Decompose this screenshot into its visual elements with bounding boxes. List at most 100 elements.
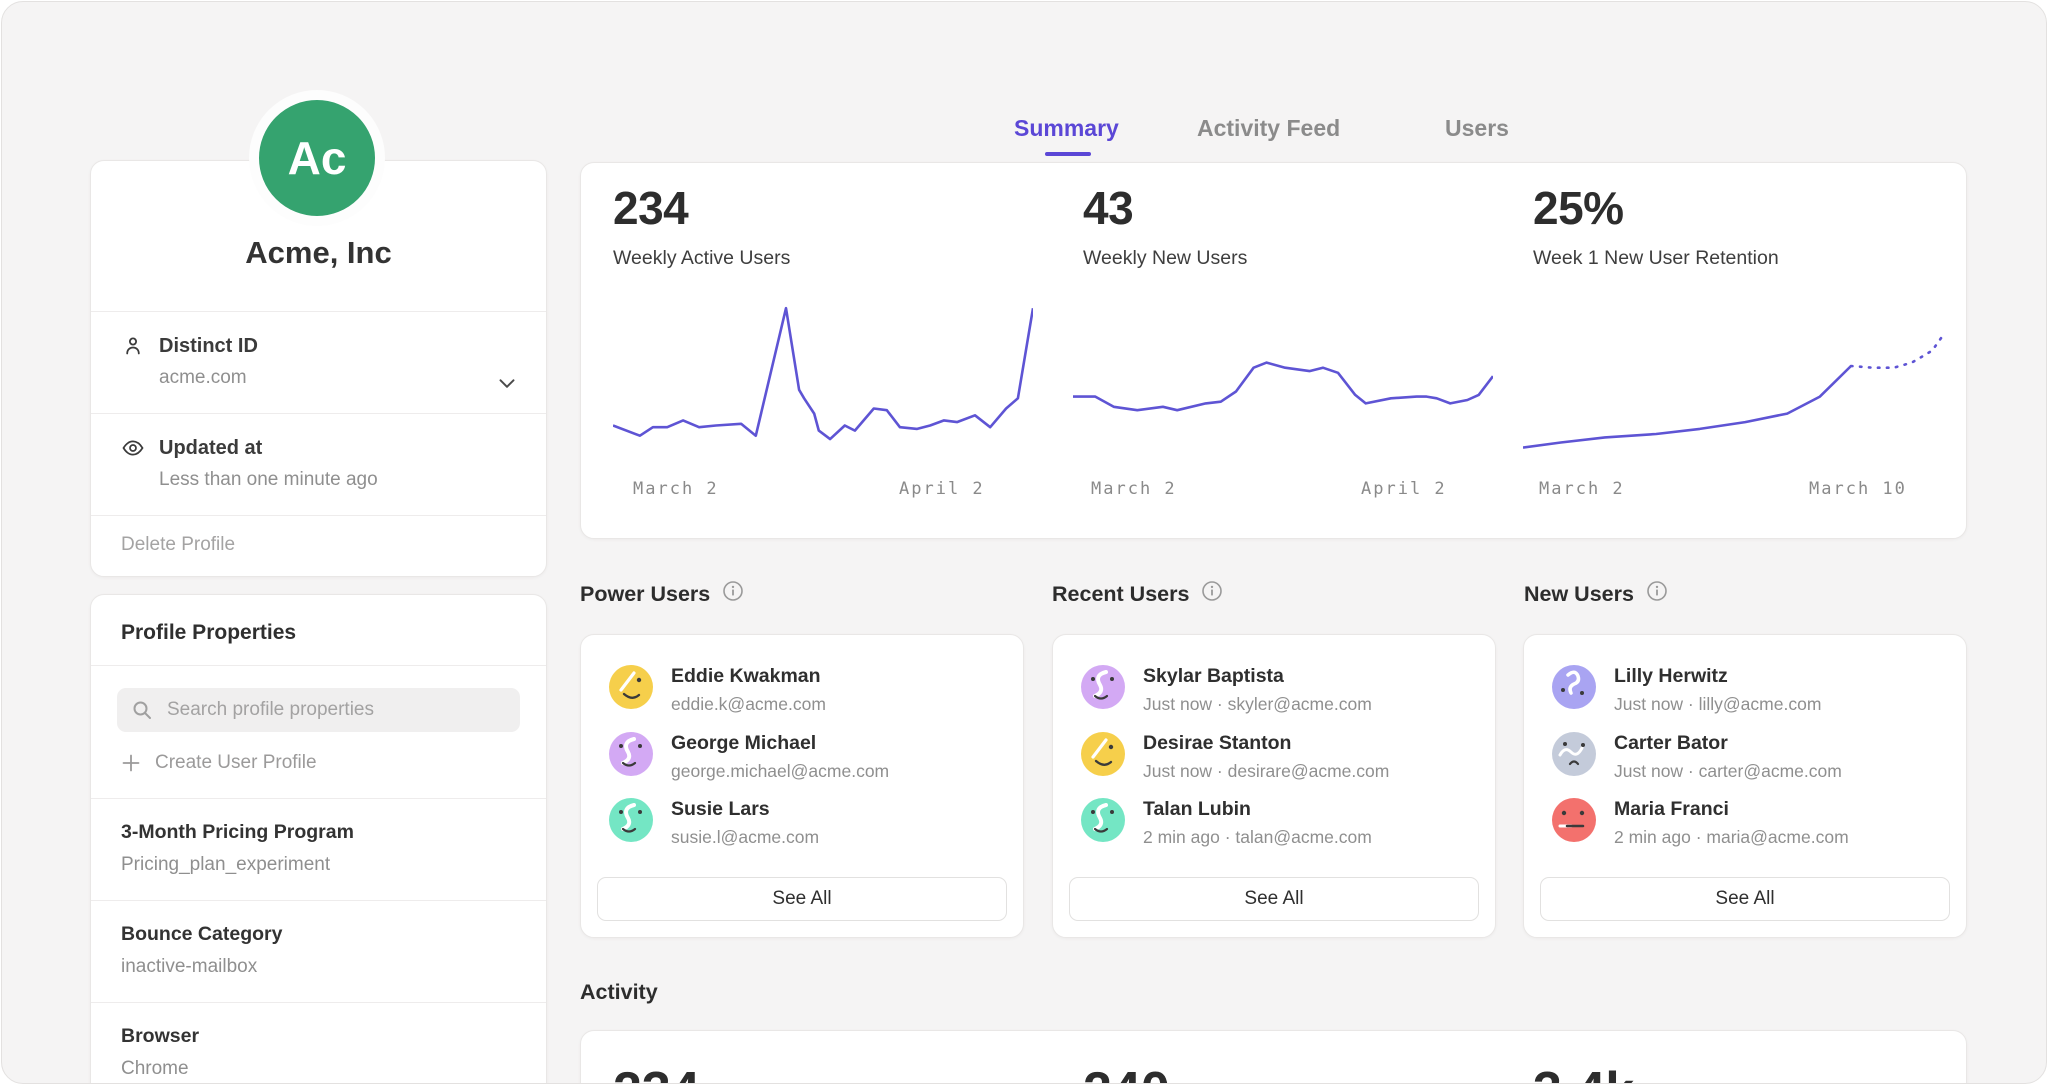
list-item[interactable]: Eddie Kwakman eddie.k@acme.com (609, 665, 1003, 715)
power-users-header: Power Users (580, 580, 744, 608)
list-item[interactable]: Skylar Baptista Just now · skyler@acme.c… (1081, 665, 1475, 715)
user-subtitle: Just now · skyler@acme.com (1143, 694, 1372, 715)
property-row[interactable]: Bounce Category inactive-mailbox (91, 900, 546, 1002)
stat-value: 25% (1533, 185, 1779, 231)
create-user-profile-button[interactable]: Create User Profile (91, 732, 546, 798)
user-avatar (609, 665, 653, 709)
avatar-initials: Ac (288, 131, 347, 185)
list-item[interactable]: Lilly Herwitz Just now · lilly@acme.com (1552, 665, 1946, 715)
stat-label: Weekly Active Users (613, 247, 790, 270)
user-subtitle: Just now · carter@acme.com (1614, 761, 1842, 782)
stat-weekly-new-users: 43 Weekly New Users (1083, 185, 1247, 270)
user-subtitle: 2 min ago · maria@acme.com (1614, 827, 1849, 848)
retention-chart (1523, 297, 1943, 469)
x-axis-label: March 2 (633, 479, 719, 499)
user-avatar (1552, 665, 1596, 709)
info-icon[interactable] (1646, 580, 1668, 608)
user-avatar (1552, 732, 1596, 776)
x-axis-label: March 2 (1539, 479, 1625, 499)
stat-week1-retention: 25% Week 1 New User Retention (1533, 185, 1779, 270)
property-value: Chrome (121, 1058, 516, 1080)
user-name[interactable]: Lilly Herwitz (1614, 665, 1821, 688)
search-profile-properties[interactable] (117, 688, 520, 732)
user-avatar (1081, 665, 1125, 709)
tab-activity-feed[interactable]: Activity Feed (1197, 115, 1340, 142)
x-axis-label: March 2 (1091, 479, 1177, 499)
user-avatar (609, 732, 653, 776)
profile-properties-title: Profile Properties (91, 595, 546, 666)
list-item[interactable]: Susie Lars susie.l@acme.com (609, 798, 1003, 848)
section-title: Recent Users (1052, 582, 1189, 607)
x-axis-label: April 2 (899, 479, 985, 499)
recent-users-card: Skylar Baptista Just now · skyler@acme.c… (1052, 634, 1496, 938)
delete-profile-button[interactable]: Delete Profile (91, 515, 546, 576)
user-avatar (1081, 798, 1125, 842)
stat-value: 234 (613, 185, 790, 231)
eye-icon (121, 436, 145, 460)
user-name[interactable]: Maria Franci (1614, 798, 1849, 821)
activity-card: 234 240 3.4k (580, 1030, 1967, 1084)
property-row[interactable]: Browser Chrome (91, 1002, 546, 1084)
user-avatar (609, 798, 653, 842)
activity-stat-value: 3.4k (1533, 1065, 1634, 1084)
user-name[interactable]: Desirae Stanton (1143, 732, 1389, 755)
user-subtitle: Just now · lilly@acme.com (1614, 694, 1821, 715)
user-name[interactable]: Susie Lars (671, 798, 819, 821)
tab-users[interactable]: Users (1445, 115, 1509, 142)
user-avatar (1552, 798, 1596, 842)
see-all-button[interactable]: See All (1069, 877, 1479, 921)
list-item[interactable]: Talan Lubin 2 min ago · talan@acme.com (1081, 798, 1475, 848)
person-icon (121, 334, 145, 358)
search-icon (131, 699, 153, 721)
activity-stat-value: 234 (613, 1065, 700, 1084)
user-subtitle: eddie.k@acme.com (671, 694, 826, 715)
user-subtitle: Just now · desirare@acme.com (1143, 761, 1389, 782)
stat-value: 43 (1083, 185, 1247, 231)
chevron-down-icon[interactable] (494, 370, 520, 396)
info-icon[interactable] (722, 580, 744, 608)
stat-label: Weekly New Users (1083, 247, 1247, 270)
info-icon[interactable] (1201, 580, 1223, 608)
summary-card: 234 Weekly Active Users 43 Weekly New Us… (580, 162, 1967, 539)
weekly-new-users-chart (1073, 297, 1493, 469)
x-axis-label: April 2 (1361, 479, 1447, 499)
activity-header: Activity (580, 980, 658, 1005)
property-name: 3-Month Pricing Program (121, 821, 516, 844)
stat-weekly-active-users: 234 Weekly Active Users (613, 185, 790, 270)
list-item[interactable]: Desirae Stanton Just now · desirare@acme… (1081, 732, 1475, 782)
see-all-button[interactable]: See All (1540, 877, 1950, 921)
new-users-card: Lilly Herwitz Just now · lilly@acme.com … (1523, 634, 1967, 938)
property-name: Browser (121, 1025, 516, 1048)
tab-summary[interactable]: Summary (1014, 115, 1119, 142)
new-users-header: New Users (1524, 580, 1668, 608)
distinct-id-row[interactable]: Distinct ID acme.com (91, 311, 546, 413)
power-users-card: Eddie Kwakman eddie.k@acme.com George Mi… (580, 634, 1024, 938)
see-all-button[interactable]: See All (597, 877, 1007, 921)
stat-label: Week 1 New User Retention (1533, 247, 1779, 270)
user-name[interactable]: Carter Bator (1614, 732, 1842, 755)
profile-properties-card: Profile Properties Create User Pro (90, 594, 547, 1084)
user-name[interactable]: Skylar Baptista (1143, 665, 1372, 688)
updated-at-label: Updated at (159, 437, 262, 460)
property-value: inactive-mailbox (121, 956, 516, 978)
list-item[interactable]: Maria Franci 2 min ago · maria@acme.com (1552, 798, 1946, 848)
plus-icon (121, 753, 141, 773)
updated-at-row: Updated at Less than one minute ago (91, 413, 546, 515)
list-item[interactable]: Carter Bator Just now · carter@acme.com (1552, 732, 1946, 782)
user-name[interactable]: Talan Lubin (1143, 798, 1372, 821)
user-name[interactable]: Eddie Kwakman (671, 665, 826, 688)
search-input[interactable] (165, 698, 506, 722)
user-name[interactable]: George Michael (671, 732, 889, 755)
profile-page: Ac Acme, Inc Distinct ID acme.com (1, 1, 2047, 1084)
company-avatar: Ac (249, 90, 385, 226)
property-row[interactable]: 3-Month Pricing Program Pricing_plan_exp… (91, 798, 546, 900)
user-avatar (1081, 732, 1125, 776)
updated-at-value: Less than one minute ago (159, 469, 516, 491)
list-item[interactable]: George Michael george.michael@acme.com (609, 732, 1003, 782)
user-subtitle: susie.l@acme.com (671, 827, 819, 848)
user-subtitle: george.michael@acme.com (671, 761, 889, 782)
user-subtitle: 2 min ago · talan@acme.com (1143, 827, 1372, 848)
weekly-active-users-chart (613, 297, 1033, 469)
x-axis-label: March 10 (1809, 479, 1907, 499)
recent-users-header: Recent Users (1052, 580, 1223, 608)
